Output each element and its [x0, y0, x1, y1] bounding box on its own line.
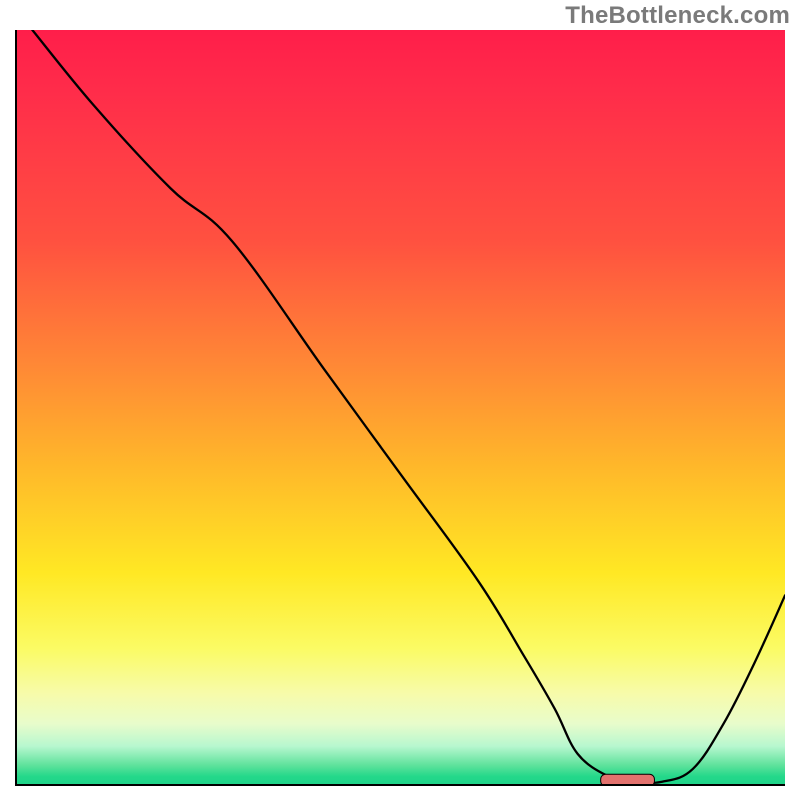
background-gradient: [17, 30, 785, 784]
chart-container: TheBottleneck.com: [0, 0, 800, 800]
chart-area: [15, 30, 785, 786]
watermark-text: TheBottleneck.com: [565, 2, 790, 30]
